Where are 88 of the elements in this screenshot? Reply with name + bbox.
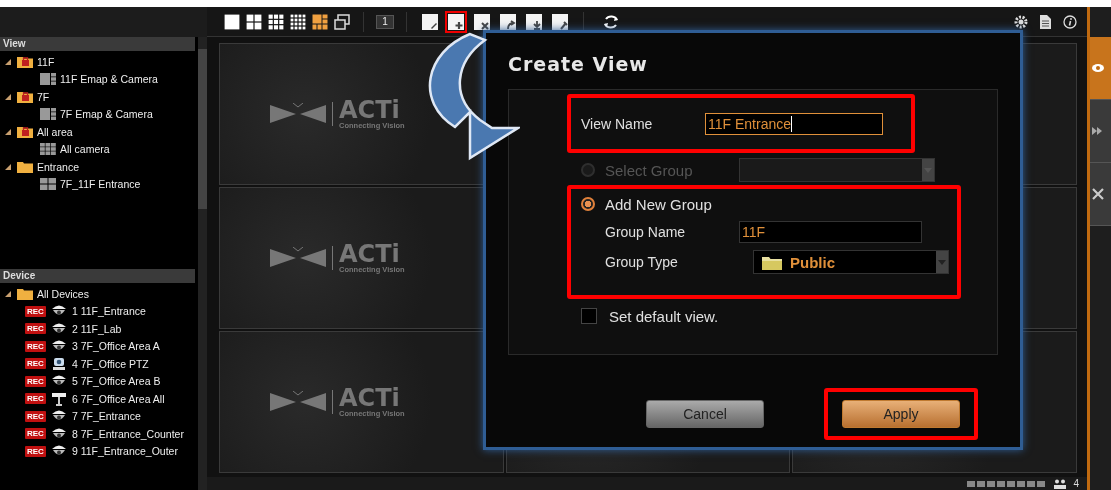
- expand-icon[interactable]: [5, 128, 11, 135]
- logo-icon: [270, 247, 326, 269]
- cancel-button[interactable]: Cancel: [646, 400, 764, 428]
- device-item[interactable]: 4 7F_Office PTZ: [71, 357, 149, 370]
- document-icon[interactable]: [1040, 14, 1051, 29]
- logo-icon: [270, 391, 326, 413]
- device-item[interactable]: 6 7F_Office Area All: [71, 392, 165, 405]
- view-item[interactable]: 11F Emap & Camera: [60, 73, 158, 86]
- folder-icon: [17, 160, 33, 174]
- device-item[interactable]: 2 11F_Lab: [71, 322, 122, 335]
- brand-name: ACTi: [339, 98, 400, 121]
- select-value: Public: [790, 253, 835, 271]
- apply-button[interactable]: Apply: [842, 400, 960, 428]
- layout-button[interactable]: [245, 13, 263, 30]
- device-item[interactable]: 1 11F_Entrance: [71, 305, 146, 318]
- rec-badge: REC: [25, 393, 46, 405]
- layout-icon: [40, 178, 56, 191]
- view-item[interactable]: All camera: [60, 143, 110, 156]
- view-name-field[interactable]: 11F Entrance: [705, 112, 883, 135]
- brand-name: ACTi: [339, 386, 400, 409]
- view-item[interactable]: 7F_11F Entrance: [60, 178, 141, 191]
- device-item[interactable]: 3 7F_Office Area A: [71, 340, 160, 353]
- expand-icon[interactable]: [5, 290, 11, 297]
- settings-icon[interactable]: [1014, 14, 1028, 29]
- view-group[interactable]: 11F: [37, 55, 55, 68]
- scrollbar[interactable]: [198, 37, 207, 490]
- locked-folder-icon: [17, 90, 33, 104]
- side-tab[interactable]: [1090, 37, 1111, 100]
- view-group[interactable]: Entrance: [37, 160, 80, 173]
- view-group[interactable]: 7F: [37, 90, 50, 103]
- brand-name: ACTi: [339, 242, 400, 265]
- bullet-camera-icon: [50, 391, 67, 406]
- view-group[interactable]: All area: [37, 125, 73, 138]
- rec-badge: REC: [25, 323, 46, 335]
- folder-icon: [17, 287, 33, 301]
- layout-button[interactable]: [267, 13, 285, 30]
- field-label: Group Type: [605, 254, 679, 270]
- panel-header: Device: [0, 269, 195, 283]
- layout-icon: [40, 143, 56, 156]
- fast-forward-icon: [1092, 127, 1102, 135]
- device-item[interactable]: 8 7F_Entrance_Counter: [71, 427, 184, 440]
- side-tab[interactable]: [1090, 100, 1111, 163]
- rec-badge: REC: [25, 445, 46, 457]
- group-name-field[interactable]: 11F: [739, 221, 922, 243]
- users-icon: [1053, 478, 1068, 489]
- dialog-title: Create View: [508, 52, 649, 77]
- rec-badge: REC: [25, 340, 46, 352]
- rec-badge: REC: [25, 410, 46, 422]
- rec-badge: REC: [25, 358, 46, 370]
- rec-badge: REC: [25, 305, 46, 317]
- user-count: 4: [1073, 478, 1079, 489]
- expand-icon[interactable]: [5, 58, 11, 65]
- ptz-camera-icon: [50, 356, 67, 371]
- folder-icon: [762, 254, 782, 270]
- panel-header: View: [0, 37, 195, 51]
- locked-folder-icon: [17, 125, 33, 139]
- tools-icon: [1092, 188, 1104, 200]
- layout-button[interactable]: [289, 13, 307, 30]
- logo-icon: [270, 103, 326, 125]
- device-group[interactable]: All Devices: [37, 287, 89, 300]
- layout-button[interactable]: [223, 13, 241, 30]
- device-item[interactable]: 7 7F_Entrance: [71, 410, 141, 423]
- radio-label[interactable]: Add New Group: [605, 195, 712, 213]
- add-view-button[interactable]: [445, 10, 467, 33]
- side-tab[interactable]: [1090, 163, 1111, 226]
- expand-icon[interactable]: [5, 93, 11, 100]
- monitor-button[interactable]: 1: [376, 14, 394, 29]
- checkbox[interactable]: [581, 308, 597, 324]
- volume-meter-icon: [967, 480, 1048, 487]
- device-item[interactable]: 5 7F_Office Area B: [71, 375, 161, 388]
- layout-icon: [40, 108, 56, 121]
- field-label: Group Name: [605, 224, 687, 240]
- radio-button[interactable]: [581, 197, 595, 211]
- refresh-icon[interactable]: [602, 13, 620, 30]
- device-item[interactable]: 9 11F_Entrance_Outer: [71, 445, 178, 458]
- eye-icon: [1092, 64, 1104, 72]
- layout-button[interactable]: [311, 13, 329, 30]
- layout-icon: [40, 73, 56, 86]
- group-type-select[interactable]: Public: [753, 250, 949, 274]
- checkbox-label[interactable]: Set default view.: [609, 307, 719, 325]
- field-label: View Name: [581, 115, 654, 132]
- expand-icon[interactable]: [5, 163, 11, 170]
- locked-folder-icon: [17, 55, 33, 69]
- view-item[interactable]: 7F Emap & Camera: [60, 108, 153, 121]
- layout-button[interactable]: [333, 13, 351, 30]
- rec-badge: REC: [25, 428, 46, 440]
- info-icon[interactable]: [1063, 14, 1077, 29]
- rec-badge: REC: [25, 375, 46, 387]
